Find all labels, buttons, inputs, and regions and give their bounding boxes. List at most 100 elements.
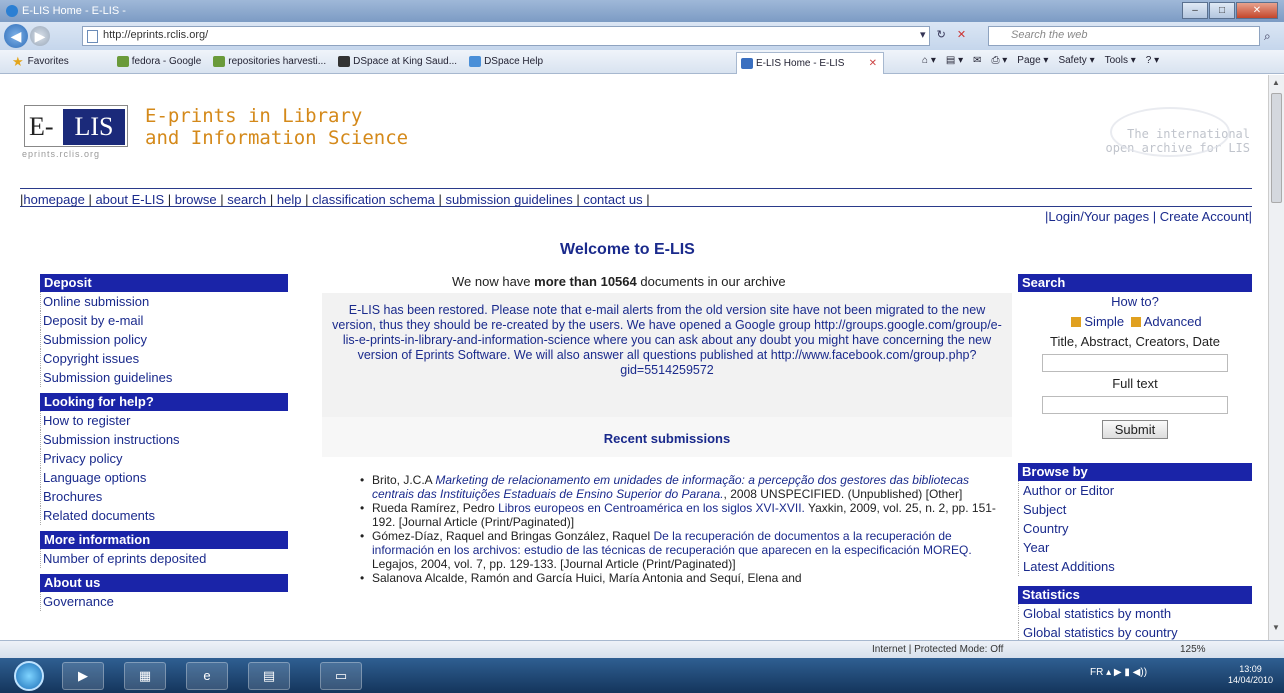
forward-button[interactable]: ▶	[30, 26, 50, 46]
nav-submission-guidelines[interactable]: submission guidelines	[446, 192, 573, 207]
how-to-link[interactable]: How to?	[1018, 292, 1252, 312]
submission-details: , 2008 UNSPECIFIED. (Unpublished) [Other…	[723, 487, 963, 501]
web-search-input[interactable]: Search the web	[988, 26, 1260, 46]
feeds-icon[interactable]: ▤ ▾	[946, 55, 963, 66]
favicon	[469, 56, 482, 67]
sidebar-link-brochures[interactable]: Brochures	[40, 487, 288, 506]
metadata-search-input[interactable]	[1042, 354, 1228, 372]
favorite-link-2[interactable]: repositories harvesti...	[213, 56, 326, 67]
welcome-heading: Welcome to E-LIS	[560, 241, 695, 258]
sidebar-link-submission-guidelines[interactable]: Submission guidelines	[40, 368, 288, 387]
media-player-icon[interactable]: ▶	[62, 662, 104, 690]
address-bar: ◀ ▶ http://eprints.rclis.org/ ▾ ↻ ✕ Sear…	[0, 22, 1284, 50]
close-button[interactable]: ✕	[1236, 2, 1278, 19]
tab-close-icon[interactable]: ✕	[869, 58, 877, 69]
nav-search[interactable]: search	[227, 192, 266, 207]
browse-subject[interactable]: Subject	[1018, 500, 1252, 519]
stats-by-country[interactable]: Global statistics by country	[1018, 623, 1252, 640]
sidebar-link-privacy[interactable]: Privacy policy	[40, 449, 288, 468]
favorite-link-1[interactable]: fedora - Google	[116, 56, 201, 67]
page-menu[interactable]: Page ▾	[1017, 55, 1048, 66]
nav-about[interactable]: about E-LIS	[95, 192, 164, 207]
document-icon[interactable]: ▤	[248, 662, 290, 690]
submit-button[interactable]: Submit	[1101, 420, 1169, 439]
page-icon	[87, 30, 98, 43]
docs-count: more than 10564	[534, 274, 637, 289]
zoom-level[interactable]: 125%	[1180, 644, 1206, 655]
refresh-icon[interactable]: ↻	[937, 29, 946, 41]
mail-icon[interactable]: ✉	[973, 55, 981, 66]
statistics-heading: Statistics	[1018, 586, 1252, 604]
nav-browse[interactable]: browse	[175, 192, 217, 207]
bullet-icon	[1071, 317, 1082, 327]
browser-tab-active[interactable]: E-LIS Home - E-LIS ✕	[736, 52, 884, 74]
docs-prefix: We now have	[452, 274, 535, 289]
stop-icon[interactable]: ✕	[957, 29, 966, 41]
command-bar: ⌂ ▾ ▤ ▾ ✉ ⎙ ▾ Page ▾ Safety ▾ Tools ▾ ? …	[922, 55, 1169, 66]
submission-item: Gómez-Díaz, Raquel and Bringas González,…	[356, 529, 996, 571]
vertical-scrollbar[interactable]: ▲ ▼	[1268, 75, 1284, 640]
start-button[interactable]	[14, 661, 44, 691]
dropdown-icon[interactable]: ▾	[920, 29, 926, 41]
folder-icon[interactable]: ▭	[320, 662, 362, 690]
sidebar-link-deposit-email[interactable]: Deposit by e-mail	[40, 311, 288, 330]
home-icon[interactable]: ⌂ ▾	[922, 55, 936, 66]
sidebar-link-submission-policy[interactable]: Submission policy	[40, 330, 288, 349]
nav-contact[interactable]: contact us	[583, 192, 642, 207]
favorites-star-icon[interactable]: ★	[12, 54, 24, 70]
favorite-link-3[interactable]: DSpace at King Saud...	[338, 56, 457, 67]
browse-country[interactable]: Country	[1018, 519, 1252, 538]
login-create-account-links[interactable]: |Login/Your pages | Create Account|	[1045, 209, 1252, 224]
simple-search-link[interactable]: Simple	[1084, 314, 1124, 329]
recent-submissions-heading: Recent submissions	[322, 417, 1012, 457]
tools-menu[interactable]: Tools ▾	[1105, 55, 1136, 66]
sidebar-link-governance[interactable]: Governance	[40, 592, 288, 611]
nav-homepage[interactable]: homepage	[23, 192, 84, 207]
clock[interactable]: 13:09 14/04/2010	[1228, 664, 1273, 686]
status-bar: Internet | Protected Mode: Off 125%	[0, 640, 1284, 658]
browse-year[interactable]: Year	[1018, 538, 1252, 557]
sidebar-link-register[interactable]: How to register	[40, 411, 288, 430]
print-icon[interactable]: ⎙ ▾	[991, 55, 1007, 66]
favorite-link-4[interactable]: DSpace Help	[469, 56, 543, 67]
favorites-button[interactable]: Favorites	[28, 56, 69, 67]
sidebar-link-online-submission[interactable]: Online submission	[40, 292, 288, 311]
maximize-button[interactable]: □	[1209, 2, 1235, 19]
url-field[interactable]: http://eprints.rclis.org/	[82, 26, 930, 46]
tray-icons[interactable]: ▴ ▶ ▮ ◀))	[1106, 667, 1147, 678]
stats-by-month[interactable]: Global statistics by month	[1018, 604, 1252, 623]
browse-author[interactable]: Author or Editor	[1018, 481, 1252, 500]
network-icon[interactable]: ▦	[124, 662, 166, 690]
page-viewport: E- LIS eprints.rclis.org E-prints in Lib…	[0, 75, 1268, 640]
fulltext-search-input[interactable]	[1042, 396, 1228, 414]
sidebar-link-language[interactable]: Language options	[40, 468, 288, 487]
scroll-up-icon[interactable]: ▲	[1272, 78, 1280, 87]
international-logo: The international open archive for LIS	[1010, 107, 1250, 167]
advanced-search-link[interactable]: Advanced	[1144, 314, 1202, 329]
nav-classification[interactable]: classification schema	[312, 192, 435, 207]
minimize-button[interactable]: –	[1182, 2, 1208, 19]
swirl-graphic	[1110, 107, 1230, 157]
search-icon[interactable]: ⌕	[1264, 29, 1271, 44]
submission-author: Gómez-Díaz, Raquel and Bringas González,…	[372, 529, 654, 543]
internet-explorer-icon[interactable]: e	[186, 662, 228, 690]
sidebar-link-instructions[interactable]: Submission instructions	[40, 430, 288, 449]
sidebar-link-eprints-count[interactable]: Number of eprints deposited	[40, 549, 288, 568]
search-heading: Search	[1018, 274, 1252, 292]
submission-title-link[interactable]: Libros europeos en Centroamérica en los …	[498, 501, 805, 515]
site-title-line2: and Information Science	[145, 127, 409, 149]
safety-menu[interactable]: Safety ▾	[1058, 55, 1094, 66]
bullet-icon	[1130, 317, 1141, 327]
elis-logo[interactable]: E- LIS	[24, 105, 128, 147]
sidebar-link-related[interactable]: Related documents	[40, 506, 288, 525]
scroll-thumb[interactable]	[1271, 93, 1282, 203]
language-indicator[interactable]: FR	[1090, 667, 1103, 678]
nav-help[interactable]: help	[277, 192, 302, 207]
back-button[interactable]: ◀	[4, 24, 28, 48]
scroll-down-icon[interactable]: ▼	[1272, 623, 1280, 632]
sidebar-link-copyright[interactable]: Copyright issues	[40, 349, 288, 368]
browse-latest[interactable]: Latest Additions	[1018, 557, 1252, 576]
favicon	[213, 56, 226, 67]
nav-divider	[20, 206, 1252, 207]
help-icon[interactable]: ? ▾	[1146, 55, 1159, 66]
